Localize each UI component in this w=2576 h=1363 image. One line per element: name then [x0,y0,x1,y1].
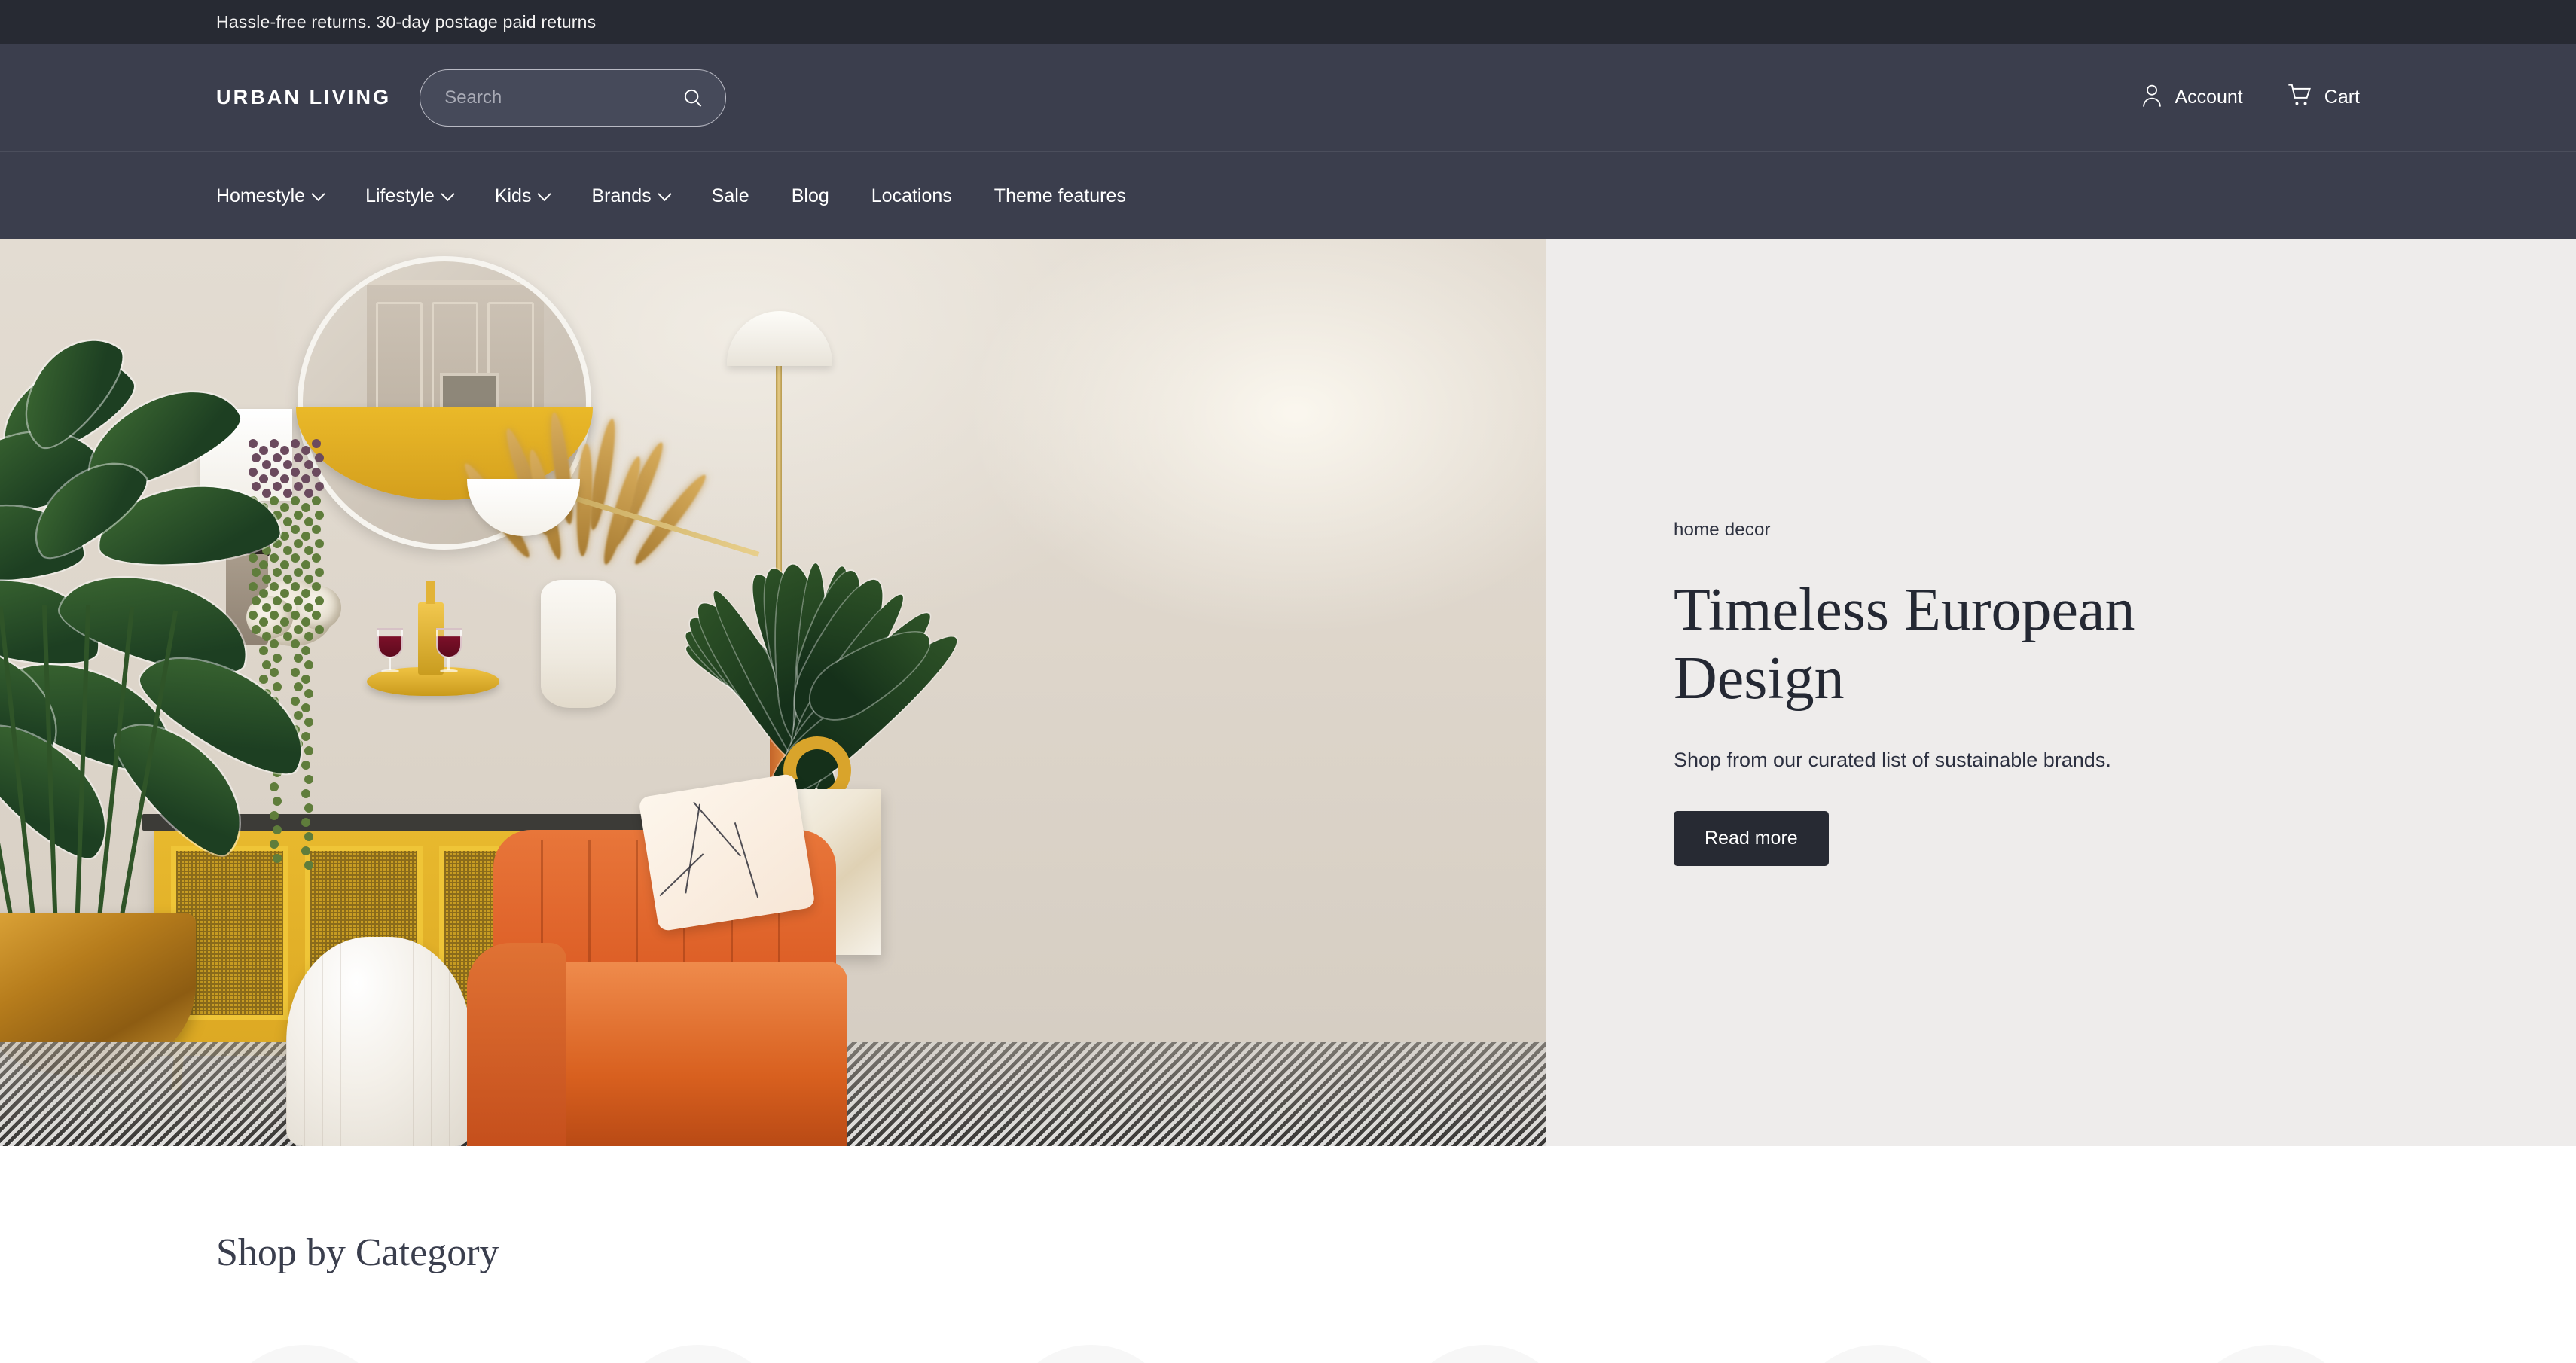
category-item[interactable] [1789,1345,1967,1363]
pillow-line [693,801,741,857]
search-box[interactable] [420,69,727,127]
throw-pillow [638,773,816,932]
cart-icon [2288,84,2313,111]
cart-link[interactable]: Cart [2288,84,2360,111]
nav-item-homestyle[interactable]: Homestyle [216,184,325,207]
category-thumbnail[interactable] [609,1345,787,1363]
header-actions: Account Cart [2141,83,2360,112]
nav-item-blog[interactable]: Blog [792,185,829,207]
account-link[interactable]: Account [2141,83,2243,112]
white-textured-vase [541,580,616,708]
hero-subtitle: Shop from our curated list of sustainabl… [1674,748,2111,771]
hero-scene-illustration [0,239,1546,1146]
category-item[interactable] [216,1345,393,1363]
search-input[interactable] [444,87,682,108]
hero-section: home decor Timeless European Design Shop… [0,239,2576,1146]
nav-item-sale[interactable]: Sale [712,185,749,207]
nav-label: Kids [494,184,532,206]
armchair-arm [467,943,566,1146]
chevron-down-icon [537,186,552,201]
hero-text-panel: home decor Timeless European Design Shop… [1546,239,2576,1146]
chevron-down-icon [441,186,455,201]
nav-label: Sale [711,184,749,206]
nav-item-theme-features[interactable]: Theme features [994,185,1126,207]
category-item[interactable] [1396,1345,1573,1363]
category-item[interactable] [609,1345,787,1363]
hero-image [0,239,1546,1146]
hero-eyebrow: home decor [1674,520,1771,541]
brand-logo[interactable]: URBAN LIVING [216,86,391,109]
cart-label: Cart [2324,87,2360,108]
category-thumbnail[interactable] [1789,1345,1967,1363]
nav-label: Locations [871,184,952,206]
read-more-button[interactable]: Read more [1674,810,1829,866]
nav-item-locations[interactable]: Locations [871,185,952,207]
pillow-line [685,803,701,894]
announcement-text: Hassle-free returns. 30-day postage paid… [216,11,597,32]
chevron-down-icon [657,186,672,201]
main-navigation: Homestyle Lifestyle Kids Brands Sale Blo… [0,152,2576,239]
account-label: Account [2175,87,2243,108]
armchair-seat [551,962,847,1146]
pillow-line [659,853,704,897]
category-thumbnail[interactable] [216,1345,393,1363]
chevron-down-icon [311,186,325,201]
category-item[interactable] [1003,1345,1180,1363]
category-item[interactable] [2182,1345,2360,1363]
orange-armchair [467,773,847,1146]
white-ottoman [286,937,472,1146]
wine-glass [432,628,466,673]
site-header: URBAN LIVING Account [0,44,2576,152]
nav-label: Theme features [993,184,1126,206]
category-thumbnail[interactable] [1396,1345,1573,1363]
category-thumbnail[interactable] [2182,1345,2360,1363]
nav-label: Brands [591,184,652,206]
category-row [216,1345,2360,1363]
announcement-bar: Hassle-free returns. 30-day postage paid… [0,0,2576,44]
nav-label: Lifestyle [365,184,435,206]
nav-label: Homestyle [216,184,306,206]
nav-item-kids[interactable]: Kids [494,184,552,207]
nav-item-brands[interactable]: Brands [591,184,672,207]
user-icon [2141,83,2163,112]
nav-item-lifestyle[interactable]: Lifestyle [365,184,455,207]
search-icon[interactable] [682,87,704,109]
pillow-line [734,822,759,898]
shop-by-category-section: Shop by Category [0,1146,2576,1363]
section-title: Shop by Category [216,1231,499,1274]
category-thumbnail[interactable] [1003,1345,1180,1363]
hero-title: Timeless European Design [1674,577,2135,712]
nav-label: Blog [791,184,829,206]
